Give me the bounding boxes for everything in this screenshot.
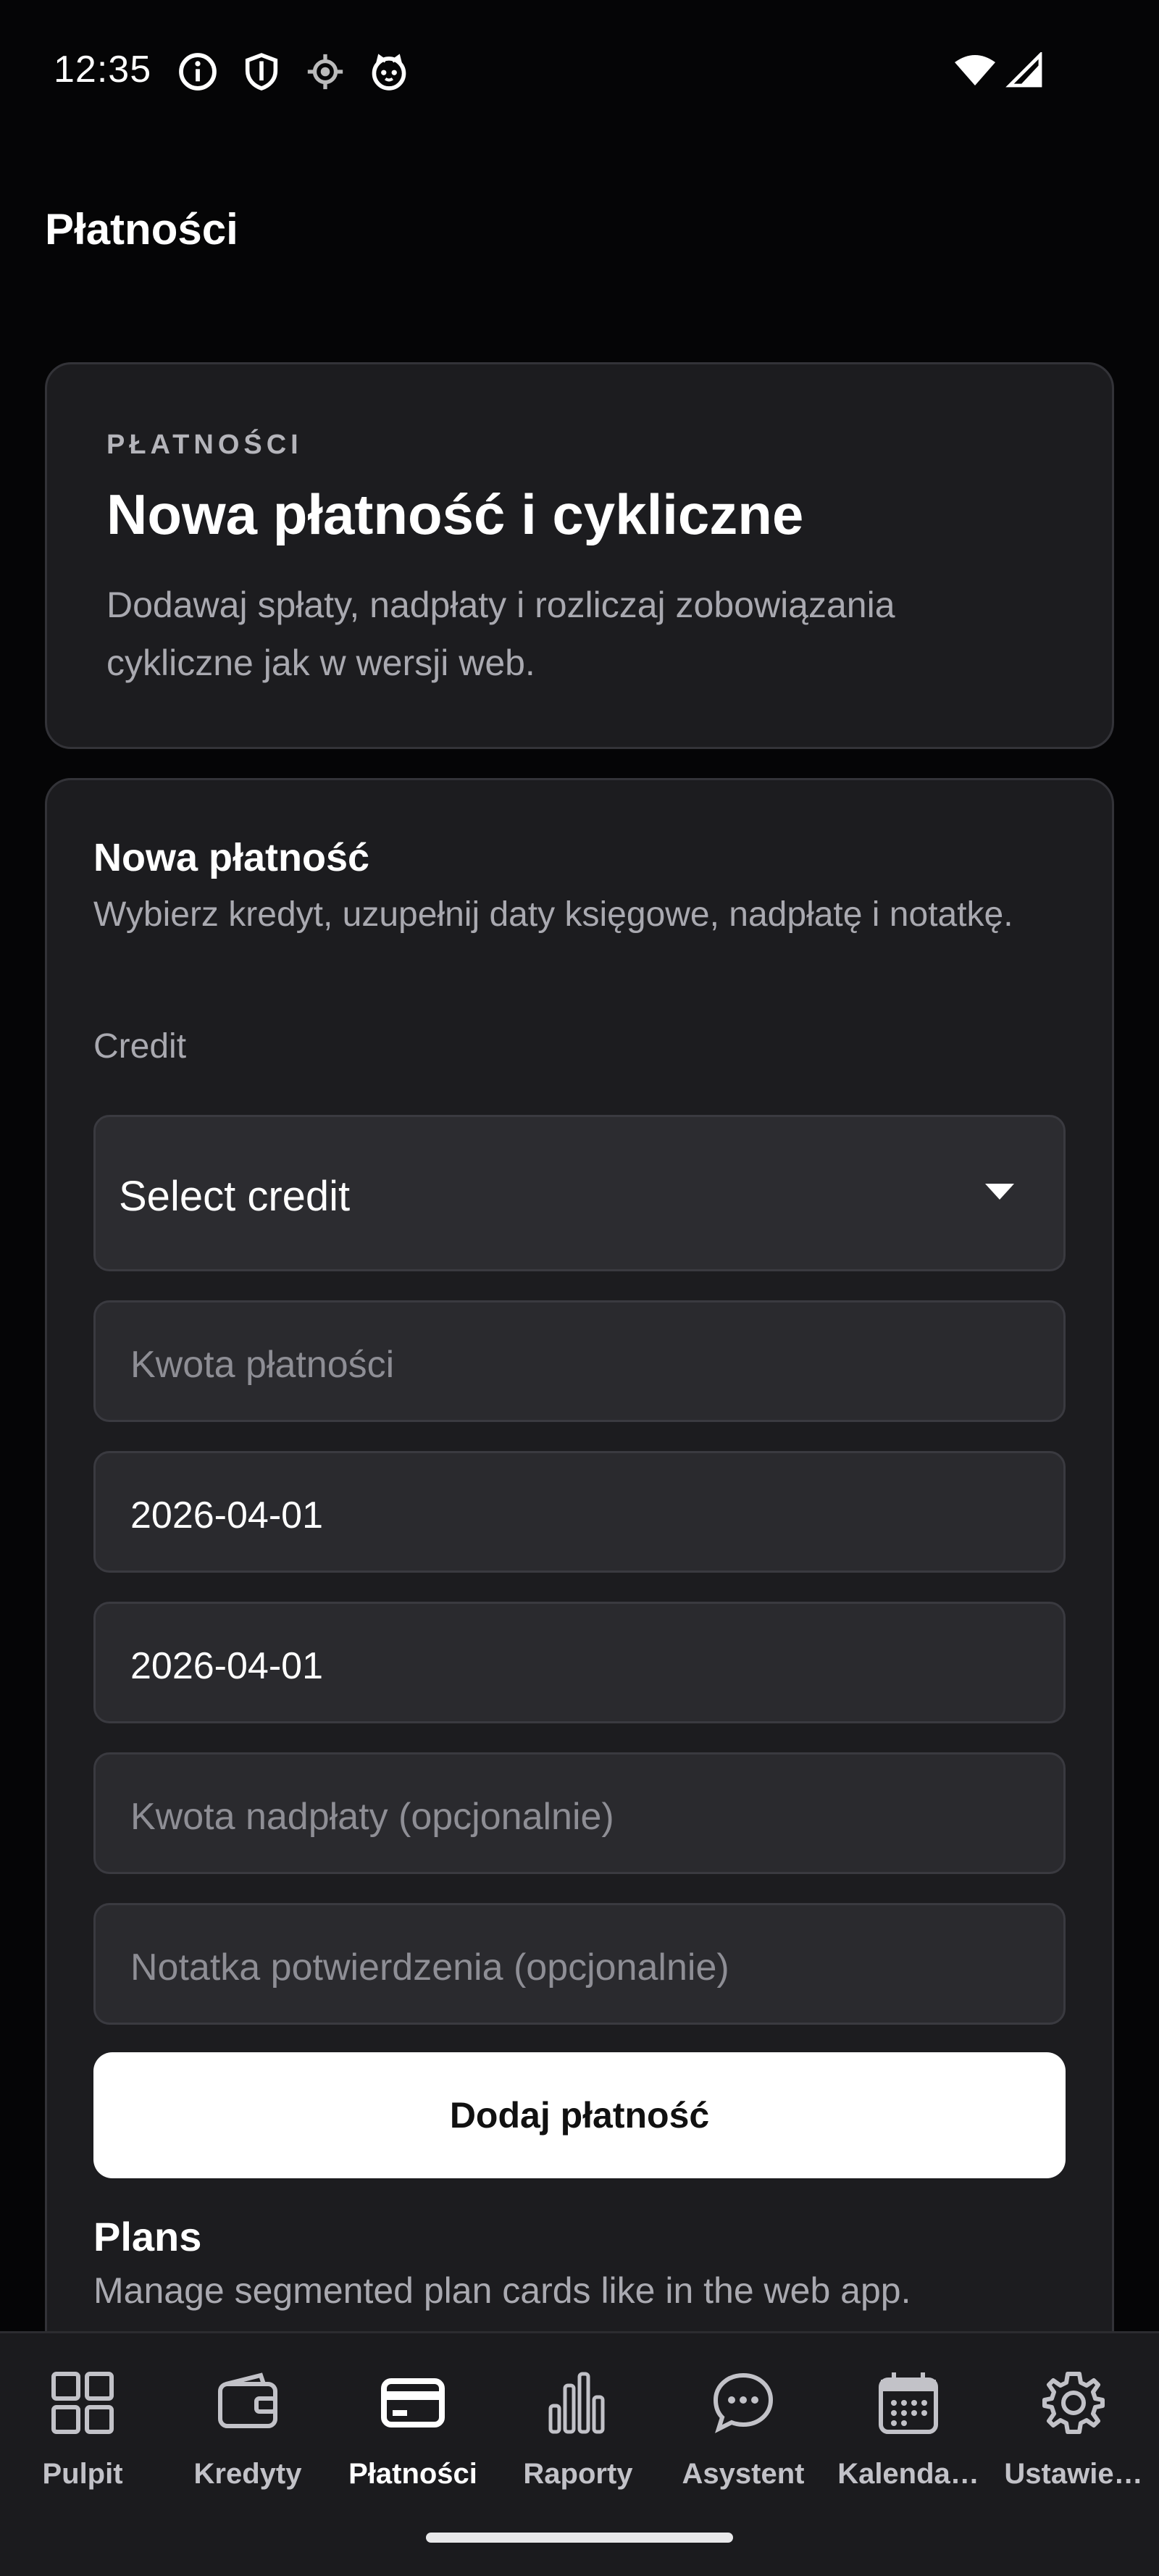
- note-input[interactable]: Notatka potwierdzenia (opcjonalnie): [93, 1903, 1066, 2025]
- nav-item-platnosci[interactable]: Płatności: [330, 2368, 495, 2527]
- credit-select[interactable]: Select credit: [93, 1115, 1066, 1271]
- gear-icon: [1042, 2372, 1105, 2434]
- nav-item-kredyty[interactable]: Kredyty: [165, 2368, 330, 2527]
- nav-item-kalendarz[interactable]: Kalenda…: [826, 2368, 991, 2527]
- wifi-icon: [953, 52, 997, 88]
- nav-item-ustawienia[interactable]: Ustawie…: [991, 2368, 1156, 2527]
- new-payment-card: Nowa płatność Wybierz kredyt, uzupełnij …: [45, 778, 1114, 2576]
- posting-date-value: 2026-04-01: [130, 1645, 323, 1687]
- plans-description: Manage segmented plan cards like in the …: [93, 2270, 911, 2311]
- credit-card-icon: [381, 2378, 445, 2427]
- booking-date-input[interactable]: 2026-04-01: [93, 1451, 1066, 1573]
- nav-label-asystent: Asystent: [682, 2458, 805, 2490]
- credit-select-value: Select credit: [119, 1173, 351, 1220]
- status-notification-icons: [177, 51, 410, 93]
- grid-icon: [51, 2372, 114, 2434]
- booking-date-value: 2026-04-01: [130, 1494, 323, 1536]
- overpayment-input[interactable]: Kwota nadpłaty (opcjonalnie): [93, 1752, 1066, 1874]
- plans-title: Plans: [93, 2214, 202, 2259]
- hero-title: Nowa płatność i cykliczne: [106, 482, 804, 546]
- hero-description: Dodawaj spłaty, nadpłaty i rozliczaj zob…: [106, 585, 895, 683]
- credit-label: Credit: [93, 1027, 187, 1066]
- cellular-signal-icon: [1005, 52, 1043, 88]
- amount-input-placeholder: Kwota płatności: [130, 1344, 395, 1386]
- nav-item-pulpit[interactable]: Pulpit: [0, 2368, 165, 2527]
- amount-input[interactable]: Kwota płatności: [93, 1300, 1066, 1422]
- status-system-icons: [953, 52, 1043, 88]
- note-input-placeholder: Notatka potwierdzenia (opcjonalnie): [130, 1946, 729, 1989]
- posting-date-input[interactable]: 2026-04-01: [93, 1602, 1066, 1723]
- hero-card: PŁATNOŚCI Nowa płatność i cykliczne Doda…: [45, 362, 1114, 749]
- wallet-icon: [218, 2372, 277, 2428]
- nav-label-kalendarz: Kalenda…: [837, 2458, 979, 2490]
- info-icon: [177, 51, 219, 93]
- form-description: Wybierz kredyt, uzupełnij daty księgowe,…: [93, 895, 1013, 934]
- calendar-icon: [879, 2372, 938, 2434]
- nav-label-raporty: Raporty: [523, 2458, 633, 2490]
- nav-label-ustawienia: Ustawie…: [1004, 2458, 1143, 2490]
- nav-label-platnosci: Płatności: [348, 2458, 477, 2490]
- chevron-down-icon: [985, 1184, 1014, 1200]
- bar-chart-icon: [548, 2372, 605, 2434]
- status-time: 12:35: [54, 49, 152, 91]
- cat-icon: [368, 51, 410, 93]
- page-title: Płatności: [45, 205, 238, 254]
- nav-item-asystent[interactable]: Asystent: [661, 2368, 826, 2527]
- nav-item-raporty[interactable]: Raporty: [495, 2368, 661, 2527]
- form-title: Nowa płatność: [93, 836, 370, 879]
- overpayment-input-placeholder: Kwota nadpłaty (opcjonalnie): [130, 1796, 614, 1838]
- nav-label-pulpit: Pulpit: [42, 2458, 123, 2490]
- add-payment-button[interactable]: Dodaj płatność: [93, 2052, 1066, 2178]
- chat-bubble-icon: [713, 2372, 774, 2433]
- shield-icon: [240, 51, 283, 93]
- nav-label-kredyty: Kredyty: [193, 2458, 302, 2490]
- app-screen: 12:35 Płatności PŁATNOŚCI Nowa płatność …: [0, 0, 1159, 2576]
- status-bar: 12:35: [0, 0, 1159, 138]
- hero-eyebrow: PŁATNOŚCI: [106, 430, 303, 460]
- location-icon: [304, 51, 346, 93]
- home-indicator[interactable]: [426, 2533, 733, 2543]
